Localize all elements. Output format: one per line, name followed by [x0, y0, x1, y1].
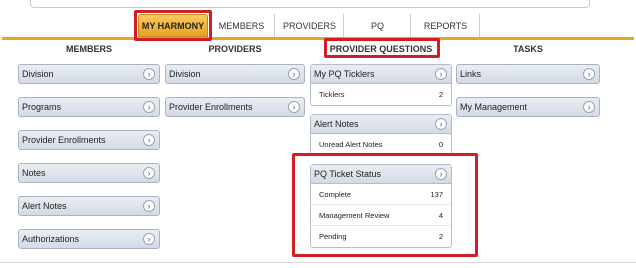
- chevron-right-icon[interactable]: ›: [143, 101, 155, 113]
- tab-providers[interactable]: PROVIDERS: [276, 14, 344, 37]
- nav-underline: [2, 37, 634, 40]
- row-count: 4: [438, 210, 443, 220]
- chevron-right-icon[interactable]: ›: [435, 118, 447, 130]
- tile-label: My Management: [460, 102, 528, 112]
- providers-division-tile[interactable]: Division ›: [165, 64, 305, 84]
- row-label: Complete: [319, 189, 352, 199]
- tasks-my-management-tile[interactable]: My Management ›: [456, 97, 600, 117]
- row-count: 2: [438, 232, 443, 241]
- alert-notes-panel: Alert Notes › Unread Alert Notes 0: [310, 114, 452, 156]
- chevron-right-icon[interactable]: ›: [143, 200, 155, 212]
- row-count: 2: [438, 90, 443, 99]
- members-provider-enrollments-tile[interactable]: Provider Enrollments ›: [18, 130, 160, 150]
- providers-provider-enrollments-tile[interactable]: Provider Enrollments ›: [165, 97, 305, 117]
- tile-label: Links: [460, 69, 482, 79]
- tile-label: Alert Notes: [22, 201, 67, 211]
- tasks-links-tile[interactable]: Links ›: [456, 64, 600, 84]
- row-label: Pending: [319, 232, 347, 241]
- list-item[interactable]: Unread Alert Notes 0: [311, 134, 451, 155]
- tile-label: Division: [169, 69, 201, 79]
- main-nav: MY HARMONY MEMBERS PROVIDERS PQ REPORTS: [0, 14, 636, 38]
- chevron-right-icon[interactable]: ›: [143, 233, 155, 245]
- tile-label: Authorizations: [22, 234, 80, 244]
- pq-ticket-status-panel: PQ Ticket Status › Complete 137 Manageme…: [310, 164, 452, 248]
- list-item[interactable]: Ticklers 2: [311, 84, 451, 105]
- row-label: Unread Alert Notes: [319, 140, 383, 149]
- panel-header[interactable]: PQ Ticket Status ›: [311, 165, 451, 184]
- members-notes-tile[interactable]: Notes ›: [18, 163, 160, 183]
- list-item[interactable]: Complete 137: [311, 184, 451, 205]
- row-label: Ticklers: [319, 90, 345, 99]
- panel-title: Alert Notes: [314, 119, 359, 129]
- top-strip: [30, 0, 590, 8]
- members-alert-notes-tile[interactable]: Alert Notes ›: [18, 196, 160, 216]
- tile-label: Provider Enrollments: [169, 102, 253, 112]
- row-label: Management Review: [319, 210, 390, 220]
- row-count: 0: [438, 140, 443, 149]
- chevron-right-icon[interactable]: ›: [143, 167, 155, 179]
- panel-header[interactable]: Alert Notes ›: [311, 115, 451, 134]
- members-heading: MEMBERS: [65, 44, 112, 54]
- members-programs-tile[interactable]: Programs ›: [18, 97, 160, 117]
- tile-label: Programs: [22, 102, 62, 112]
- panel-header[interactable]: My PQ Ticklers ›: [311, 65, 451, 84]
- panel-title: PQ Ticket Status: [314, 169, 382, 179]
- chevron-right-icon[interactable]: ›: [435, 168, 447, 180]
- tasks-heading: TASKS: [513, 44, 543, 54]
- divider: [0, 262, 636, 263]
- tile-label: Provider Enrollments: [22, 135, 106, 145]
- list-item[interactable]: Pending 2: [311, 226, 451, 247]
- tab-pq[interactable]: PQ: [345, 14, 411, 37]
- pq-ticklers-panel: My PQ Ticklers › Ticklers 2: [310, 64, 452, 106]
- chevron-right-icon[interactable]: ›: [583, 101, 595, 113]
- chevron-right-icon[interactable]: ›: [143, 134, 155, 146]
- tab-reports[interactable]: REPORTS: [412, 14, 480, 37]
- tile-label: Division: [22, 69, 54, 79]
- chevron-right-icon[interactable]: ›: [288, 68, 300, 80]
- members-authorizations-tile[interactable]: Authorizations ›: [18, 229, 160, 249]
- providers-heading: PROVIDERS: [208, 44, 262, 54]
- row-count: 137: [430, 189, 443, 199]
- chevron-right-icon[interactable]: ›: [143, 68, 155, 80]
- panel-title: My PQ Ticklers: [314, 69, 375, 79]
- chevron-right-icon[interactable]: ›: [288, 101, 300, 113]
- tile-label: Notes: [22, 168, 46, 178]
- tab-members[interactable]: MEMBERS: [209, 14, 275, 37]
- tab-my-harmony[interactable]: MY HARMONY: [138, 14, 208, 37]
- chevron-right-icon[interactable]: ›: [583, 68, 595, 80]
- chevron-right-icon[interactable]: ›: [435, 68, 447, 80]
- provider-questions-heading: PROVIDER QUESTIONS: [329, 44, 433, 54]
- members-division-tile[interactable]: Division ›: [18, 64, 160, 84]
- list-item[interactable]: Management Review 4: [311, 205, 451, 226]
